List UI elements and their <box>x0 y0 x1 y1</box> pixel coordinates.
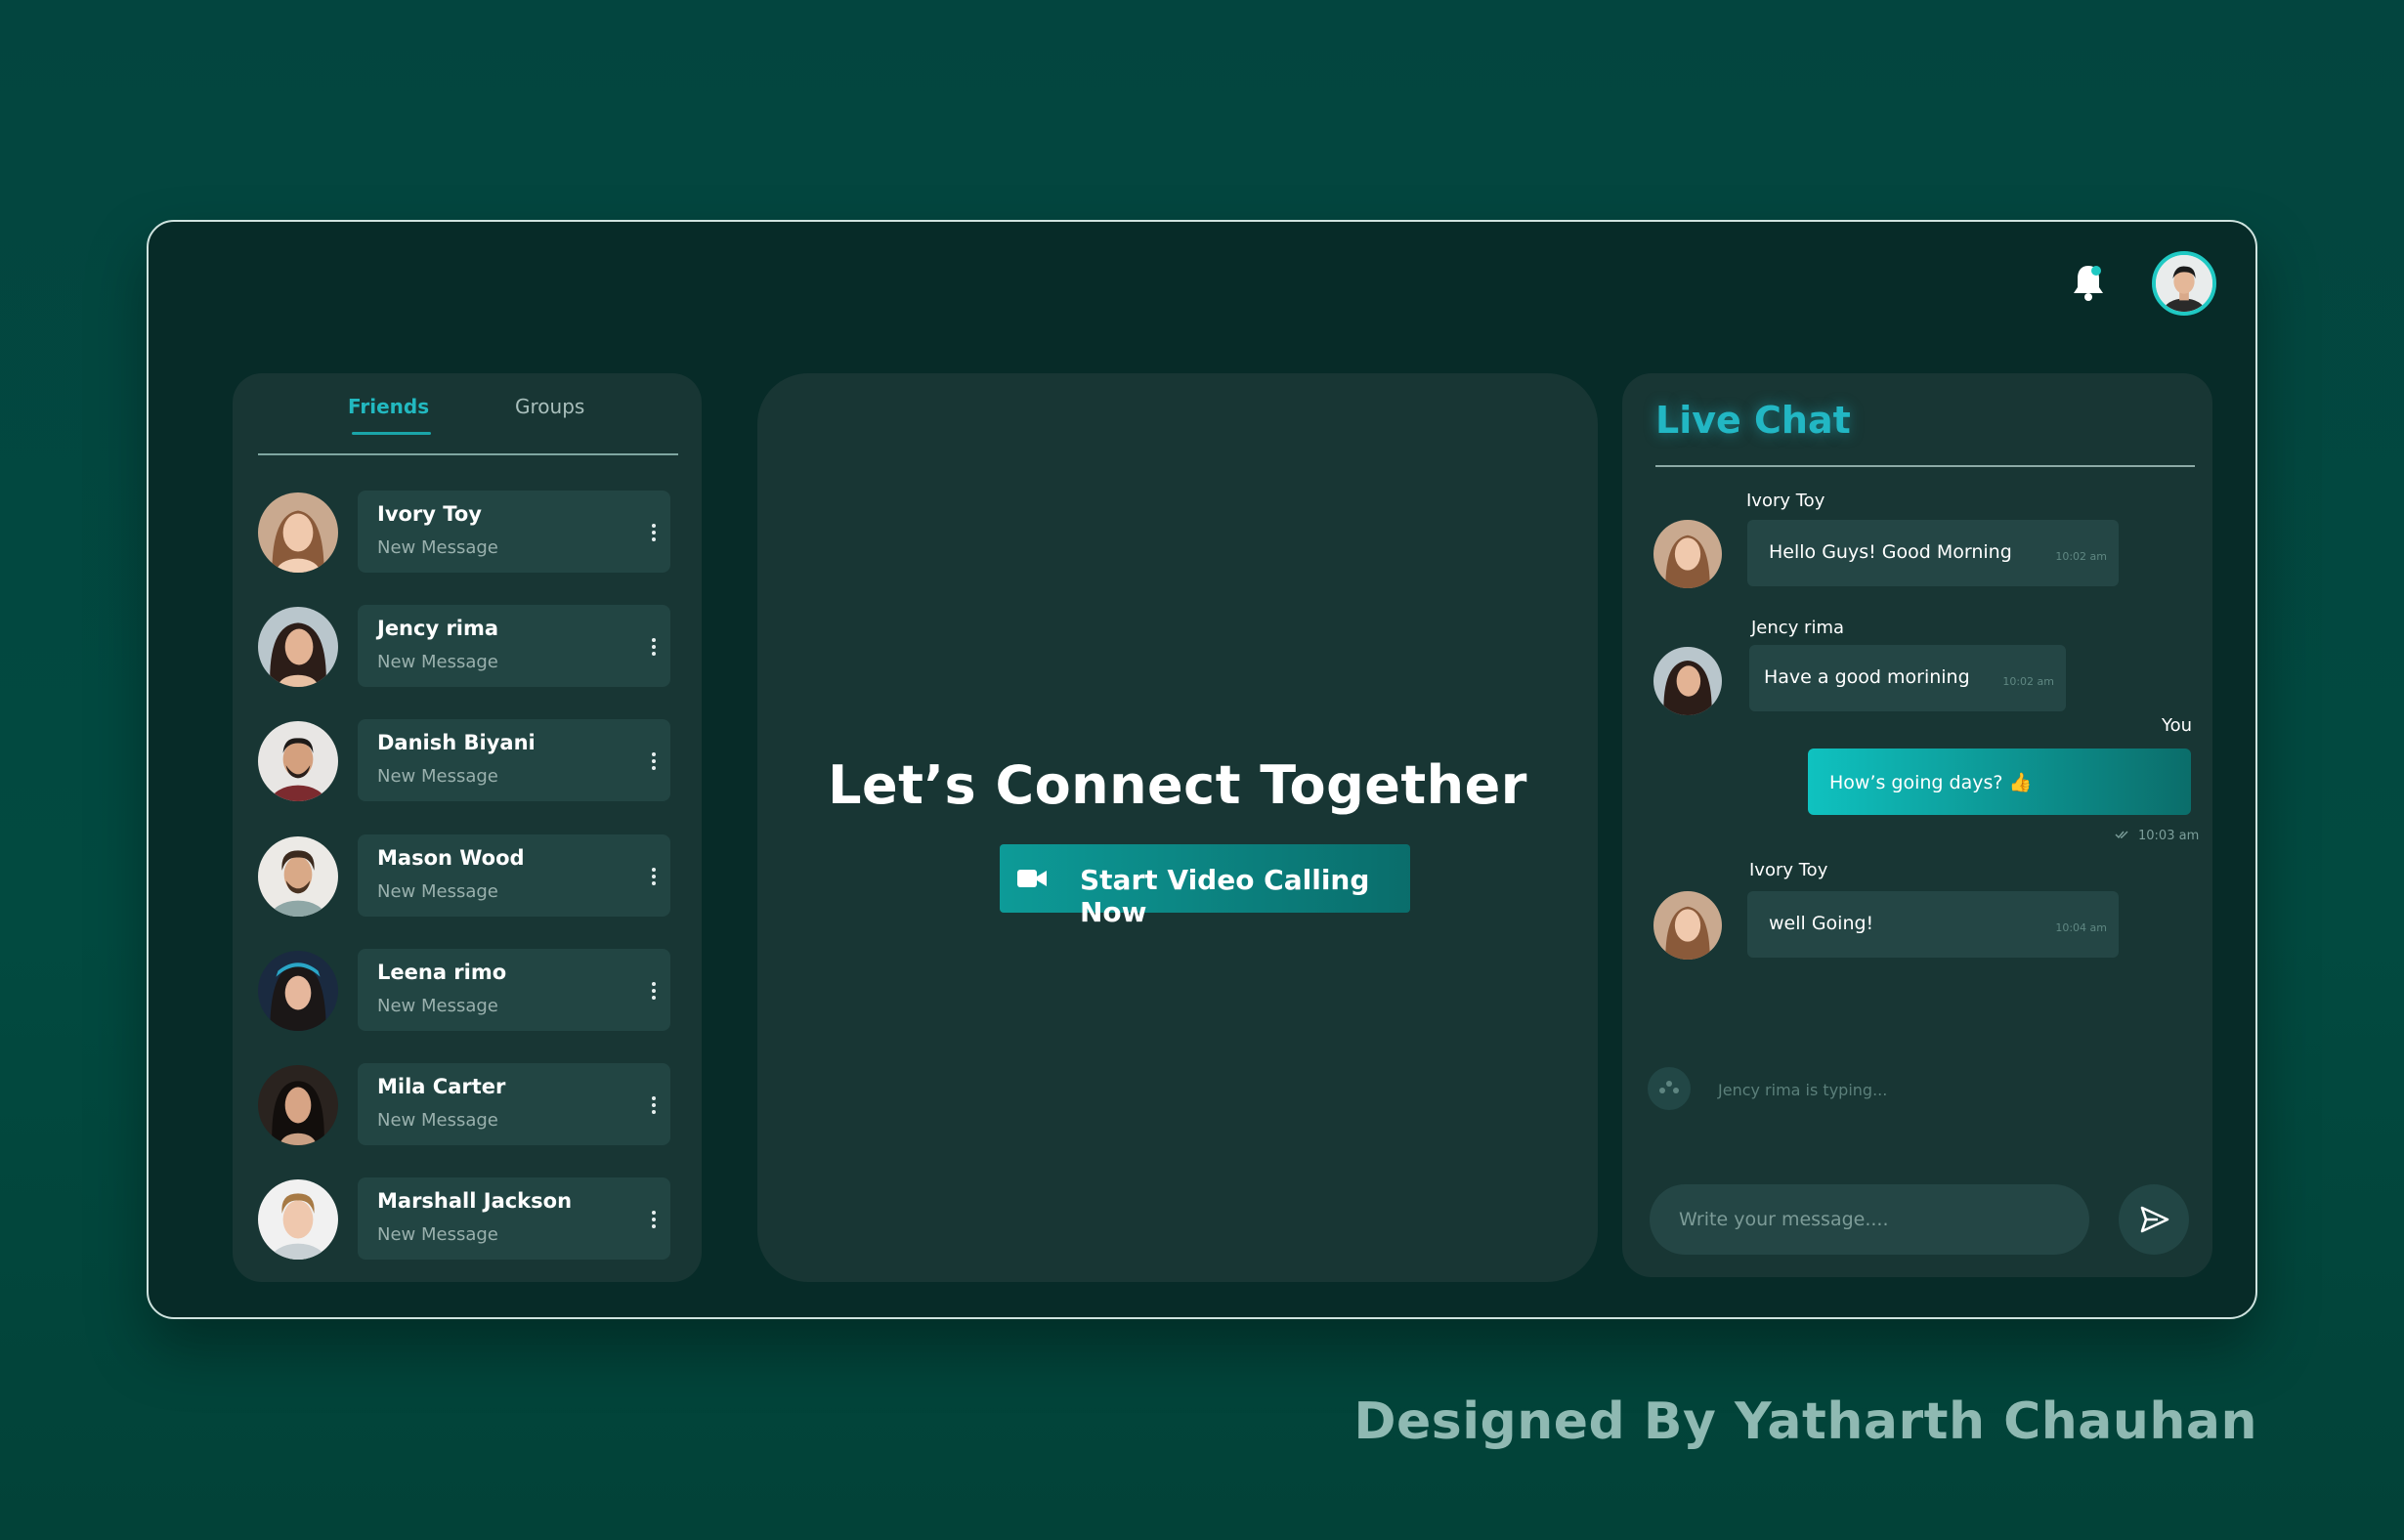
friend-status: New Message <box>377 652 498 672</box>
bell-icon[interactable] <box>2070 262 2107 305</box>
more-options-icon[interactable] <box>651 524 657 543</box>
avatar[interactable] <box>258 951 338 1031</box>
more-options-icon[interactable] <box>651 638 657 658</box>
avatar[interactable] <box>258 721 338 801</box>
friend-item: Mason Wood New Message <box>258 834 678 917</box>
typing-indicator: Jency rima is typing... <box>1718 1081 1888 1099</box>
message-time: 10:04 am <box>2055 921 2107 934</box>
app-window: Friends Groups Ivory Toy New Message Jen… <box>147 220 2257 1319</box>
friend-status: New Message <box>377 881 498 902</box>
more-options-icon[interactable] <box>651 982 657 1002</box>
avatar[interactable] <box>258 607 338 687</box>
friend-status: New Message <box>377 996 498 1016</box>
friend-item: Mila Carter New Message <box>258 1063 678 1145</box>
divider <box>1655 465 2195 467</box>
message-text: How’s going days? 👍 <box>1829 772 2033 793</box>
friend-card[interactable]: Ivory Toy New Message <box>358 491 670 573</box>
live-chat-panel: Live Chat Ivory Toy Hello Guys! Good Mor… <box>1622 373 2212 1277</box>
friend-name: Leena rimo <box>377 961 507 984</box>
friend-item: Danish Biyani New Message <box>258 719 678 801</box>
designer-credit: Designed By Yatharth Chauhan <box>1353 1392 2257 1451</box>
friend-name: Mila Carter <box>377 1075 506 1098</box>
avatar <box>1653 647 1722 715</box>
friends-panel: Friends Groups Ivory Toy New Message Jen… <box>233 373 702 1282</box>
friend-card[interactable]: Mila Carter New Message <box>358 1063 670 1145</box>
friend-status: New Message <box>377 766 498 787</box>
read-receipt-icon <box>2115 825 2130 839</box>
my-message-bubble: How’s going days? 👍 <box>1808 749 2191 815</box>
hero-title: Let’s Connect Together <box>828 754 1527 816</box>
message-sender: Ivory Toy <box>1746 491 1825 511</box>
message-text: Hello Guys! Good Morning <box>1769 541 2012 563</box>
typing-indicator-icon <box>1648 1067 1691 1110</box>
friend-item: Ivory Toy New Message <box>258 491 678 573</box>
more-options-icon[interactable] <box>651 1211 657 1230</box>
profile-avatar[interactable] <box>2152 251 2216 316</box>
friend-item: Leena rimo New Message <box>258 949 678 1031</box>
avatar <box>1653 891 1722 960</box>
message-text: well Going! <box>1769 913 1874 934</box>
avatar[interactable] <box>258 1179 338 1260</box>
message-bubble: Have a good morining 10:02 am <box>1749 645 2066 711</box>
avatar[interactable] <box>258 492 338 573</box>
friend-card[interactable]: Danish Biyani New Message <box>358 719 670 801</box>
message-bubble: Hello Guys! Good Morning 10:02 am <box>1747 520 2119 586</box>
message-bubble: well Going! 10:04 am <box>1747 891 2119 958</box>
video-panel: Let’s Connect Together Start Video Calli… <box>757 373 1598 1282</box>
send-icon <box>2140 1206 2169 1233</box>
friend-status: New Message <box>377 537 498 558</box>
friends-tabs: Friends Groups <box>258 373 678 455</box>
friend-card[interactable]: Mason Wood New Message <box>358 834 670 917</box>
message-sender: Ivory Toy <box>1749 860 1828 880</box>
avatar[interactable] <box>258 1065 338 1145</box>
chat-title: Live Chat <box>1655 399 1851 442</box>
topbar <box>2070 251 2216 316</box>
send-button[interactable] <box>2119 1184 2189 1255</box>
friend-name: Marshall Jackson <box>377 1189 573 1213</box>
friend-name: Ivory Toy <box>377 502 482 526</box>
message-sender: You <box>2162 715 2193 736</box>
more-options-icon[interactable] <box>651 752 657 772</box>
tab-groups[interactable]: Groups <box>515 395 584 418</box>
video-camera-icon <box>1017 868 1047 889</box>
friend-item: Marshall Jackson New Message <box>258 1177 678 1260</box>
friend-card[interactable]: Marshall Jackson New Message <box>358 1177 670 1260</box>
friend-item: Jency rima New Message <box>258 605 678 687</box>
message-text: Have a good morining <box>1764 666 1970 688</box>
message-sender: Jency rima <box>1751 618 1845 638</box>
avatar[interactable] <box>258 836 338 917</box>
message-time: 10:02 am <box>2055 550 2107 563</box>
friend-name: Mason Wood <box>377 846 525 870</box>
friend-card[interactable]: Leena rimo New Message <box>358 949 670 1031</box>
friend-name: Danish Biyani <box>377 731 536 754</box>
message-time: 10:03 am <box>2138 829 2200 843</box>
message-time: 10:02 am <box>2002 675 2054 688</box>
more-options-icon[interactable] <box>651 1096 657 1116</box>
friend-card[interactable]: Jency rima New Message <box>358 605 670 687</box>
friend-status: New Message <box>377 1224 498 1245</box>
call-button-label: Start Video Calling Now <box>1080 864 1370 928</box>
avatar <box>1653 520 1722 588</box>
friend-name: Jency rima <box>377 617 499 640</box>
start-video-call-button[interactable]: Start Video Calling Now <box>1000 844 1410 928</box>
friend-status: New Message <box>377 1110 498 1131</box>
tab-friends[interactable]: Friends <box>348 395 432 435</box>
message-input[interactable] <box>1650 1184 2089 1255</box>
more-options-icon[interactable] <box>651 868 657 887</box>
